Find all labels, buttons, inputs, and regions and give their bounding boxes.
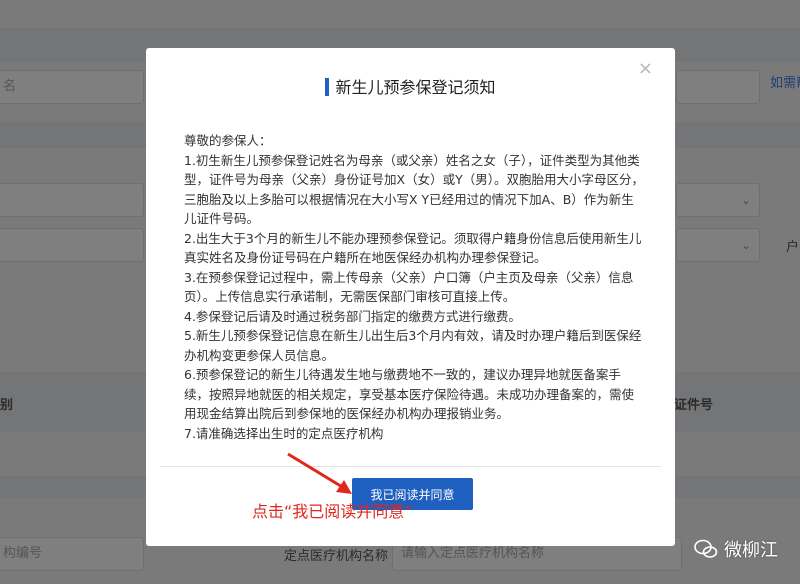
notice-item-7: 7.请准确选择出生时的定点医疗机构 bbox=[184, 425, 384, 441]
dialog-divider bbox=[160, 466, 661, 467]
notice-item-2: 2.出生大于3个月的新生儿不能办理预参保登记。须取得户籍身份信息后使用新生儿真实… bbox=[184, 230, 642, 266]
dialog-body: 尊敬的参保人： 1.初生新生儿预参保登记姓名为母亲（或父亲）姓名之女（子），证件… bbox=[184, 131, 644, 443]
watermark: 微柳江 bbox=[694, 536, 778, 562]
notice-item-6: 6.预参保登记的新生儿待遇发生地与缴费地不一致的，建议办理异地就医备案手续，按照… bbox=[184, 367, 635, 421]
close-icon[interactable]: × bbox=[638, 58, 653, 79]
title-accent-bar bbox=[325, 78, 330, 96]
dialog-title: 新生儿预参保登记须知 bbox=[335, 78, 496, 97]
notice-dialog: 新生儿预参保登记须知 × 尊敬的参保人： 1.初生新生儿预参保登记姓名为母亲（或… bbox=[146, 48, 675, 546]
notice-item-5: 5.新生儿预参保登记信息在新生儿出生后3个月内有效，请及时办理户籍后到医保经办机… bbox=[184, 328, 642, 363]
notice-item-4: 4.参保登记后请及时通过税务部门指定的缴费方式进行缴费。 bbox=[184, 308, 521, 324]
wechat-icon bbox=[694, 539, 718, 558]
greeting: 尊敬的参保人： bbox=[184, 133, 272, 148]
watermark-text: 微柳江 bbox=[724, 540, 778, 561]
red-arrow-icon bbox=[287, 452, 352, 494]
dialog-header: 新生儿预参保登记须知 bbox=[146, 74, 675, 98]
instruction-annotation: 点击“我已阅读并同意” bbox=[252, 502, 413, 521]
notice-item-3: 3.在预参保登记过程中，需上传母亲（父亲）户口簿（户主页及母亲（父亲）信息页）。… bbox=[184, 269, 634, 305]
notice-item-1: 1.初生新生儿预参保登记姓名为母亲（或父亲）姓名之女（子），证件类型为其他类型，… bbox=[184, 152, 644, 227]
